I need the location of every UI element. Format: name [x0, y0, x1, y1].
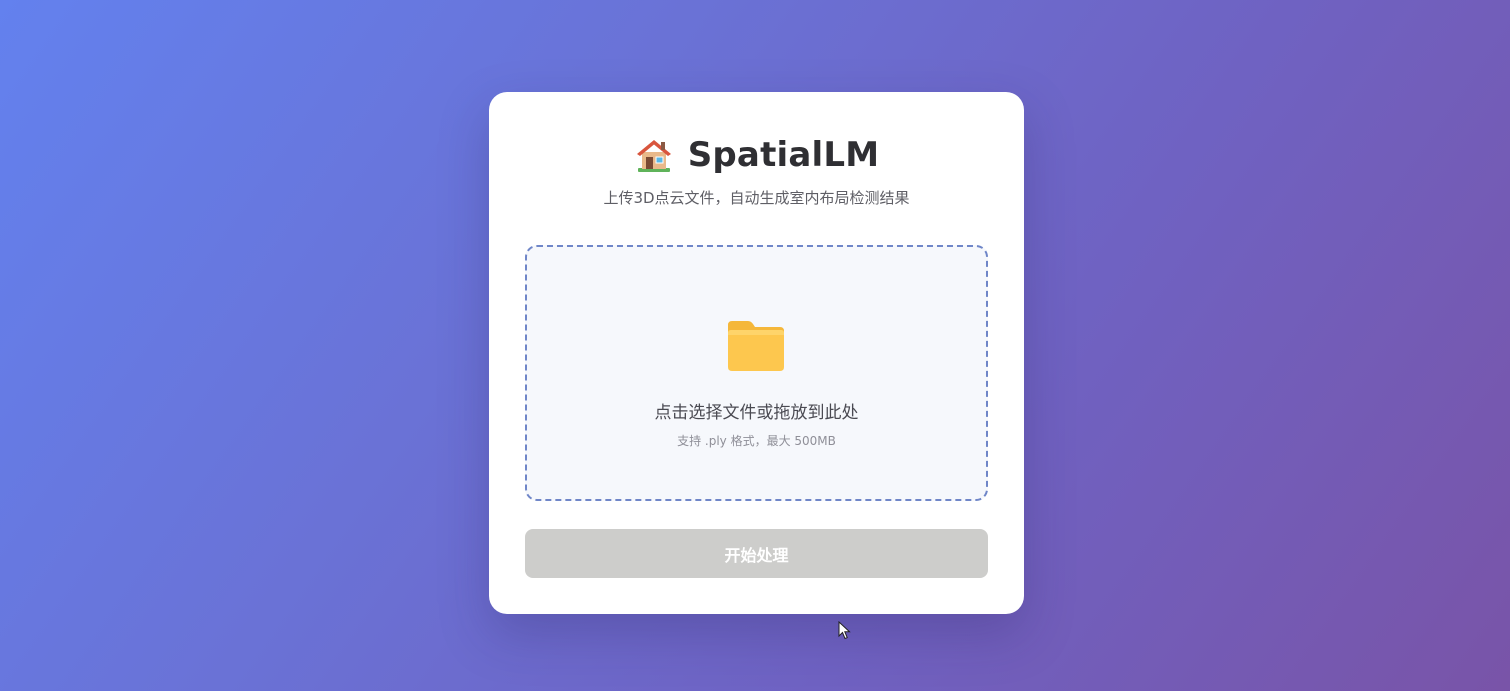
dropzone-hint: 支持 .ply 格式，最大 500MB	[677, 434, 836, 448]
page-title: SpatialLM	[687, 135, 880, 175]
file-dropzone[interactable]: 点击选择文件或拖放到此处 支持 .ply 格式，最大 500MB	[525, 245, 988, 501]
dropzone-label: 点击选择文件或拖放到此处	[654, 403, 859, 423]
house-icon	[636, 140, 671, 172]
upload-card: SpatialLM 上传3D点云文件，自动生成室内布局检测结果 点击选择文件或拖…	[489, 92, 1024, 614]
start-processing-button[interactable]: 开始处理	[525, 529, 988, 578]
folder-icon	[728, 321, 784, 371]
header: SpatialLM	[489, 130, 1024, 180]
mouse-pointer-icon	[838, 621, 851, 640]
page-subtitle: 上传3D点云文件，自动生成室内布局检测结果	[603, 189, 910, 207]
